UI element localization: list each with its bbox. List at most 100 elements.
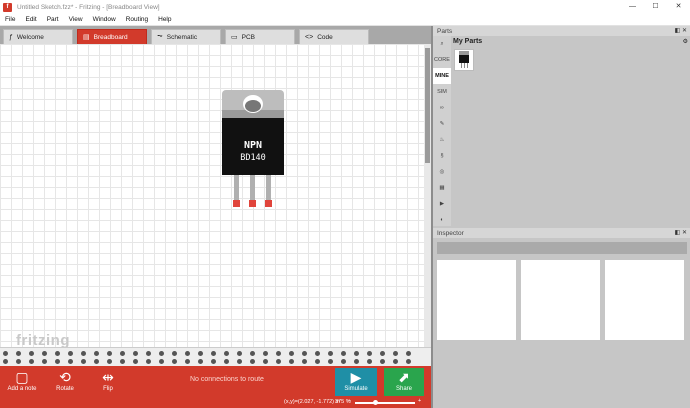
menu-help[interactable]: Help bbox=[153, 16, 176, 23]
menu-file[interactable]: File bbox=[0, 16, 20, 23]
share-button[interactable]: ⬈ Share bbox=[384, 368, 424, 396]
transistor-leg-left bbox=[234, 175, 239, 202]
menu-window[interactable]: Window bbox=[88, 16, 121, 23]
zoom-in-button[interactable]: + bbox=[418, 398, 421, 404]
right-dock: Parts ◧ ✕ ⌕ CORE MINE SIM ∞ ✎ ♨ § ◎ ▦ ▶ … bbox=[431, 26, 690, 408]
bottom-toolbar: ▢ Add a note ⟲ Rotate ⇹ Flip No connecti… bbox=[0, 366, 431, 398]
breadboard-holes-row bbox=[0, 359, 424, 364]
menu-view[interactable]: View bbox=[64, 16, 88, 23]
maximize-button[interactable]: ☐ bbox=[644, 0, 667, 14]
bin-title: My Parts bbox=[453, 38, 483, 45]
bin-half-icon[interactable]: ◐ bbox=[433, 212, 451, 228]
simulate-button[interactable]: ▶ Simulate bbox=[335, 368, 377, 396]
bin-mine[interactable]: MINE bbox=[433, 68, 451, 84]
transistor-leg-middle bbox=[250, 175, 255, 202]
bin-tool-icon[interactable]: ✎ bbox=[433, 116, 451, 132]
menu-part[interactable]: Part bbox=[42, 16, 64, 23]
pcb-icon: ▭ bbox=[231, 34, 238, 41]
breadboard-strip bbox=[0, 347, 431, 366]
title-bar: f Untitled Sketch.fzz* - Fritzing - [Bre… bbox=[0, 0, 690, 14]
breadboard-canvas[interactable]: NPN BD140 fritzing bbox=[0, 44, 424, 347]
parts-panel-title: Parts bbox=[437, 27, 453, 35]
simulate-label: Simulate bbox=[344, 386, 368, 392]
bin-core[interactable]: CORE bbox=[433, 52, 451, 68]
parts-bin-list: ⌕ CORE MINE SIM ∞ ✎ ♨ § ◎ ▦ ▶ ◐ bbox=[433, 36, 451, 226]
bin-sim[interactable]: SIM bbox=[433, 84, 451, 100]
breadboard-icon: ▤ bbox=[83, 34, 90, 41]
zoom-slider-handle[interactable] bbox=[373, 400, 378, 405]
parts-panel: ⌕ CORE MINE SIM ∞ ✎ ♨ § ◎ ▦ ▶ ◐ My Parts… bbox=[433, 36, 690, 226]
welcome-icon: ƒ bbox=[9, 33, 13, 41]
tab-welcome[interactable]: ƒ Welcome bbox=[3, 29, 73, 44]
tab-label: PCB bbox=[241, 33, 255, 41]
tab-pcb[interactable]: ▭ PCB bbox=[225, 29, 295, 44]
flip-icon: ⇹ bbox=[102, 369, 114, 385]
close-button[interactable]: ✕ bbox=[667, 0, 690, 14]
menu-routing[interactable]: Routing bbox=[121, 16, 153, 23]
fritzing-watermark: fritzing bbox=[16, 332, 70, 347]
flip-button[interactable]: ⇹ Flip bbox=[96, 368, 120, 392]
bin-flame-icon[interactable]: ♨ bbox=[433, 132, 451, 148]
leg-end-left[interactable] bbox=[233, 200, 240, 207]
leg-end-right[interactable] bbox=[265, 200, 272, 207]
part-label-type: NPN bbox=[244, 140, 262, 151]
tab-label: Breadboard bbox=[93, 33, 128, 41]
rotate-label: Rotate bbox=[56, 386, 74, 392]
bin-play-icon[interactable]: ▶ bbox=[433, 196, 451, 212]
menu-edit[interactable]: Edit bbox=[20, 16, 41, 23]
canvas-vertical-scrollbar[interactable] bbox=[424, 44, 431, 347]
menu-bar: File Edit Part View Window Routing Help bbox=[0, 14, 690, 26]
inspector-title-bar bbox=[437, 242, 687, 254]
rotate-icon: ⟲ bbox=[59, 369, 71, 385]
search-icon[interactable]: ⌕ bbox=[433, 36, 451, 52]
add-note-button[interactable]: ▢ Add a note bbox=[5, 368, 39, 392]
code-icon: <> bbox=[305, 33, 314, 41]
inspector-breadboard-preview bbox=[437, 260, 516, 340]
tab-code[interactable]: <> Code bbox=[299, 29, 369, 44]
transistor-leg-right bbox=[266, 175, 271, 202]
rotate-button[interactable]: ⟲ Rotate bbox=[52, 368, 78, 392]
part-label-model: BD140 bbox=[240, 153, 266, 163]
scrollbar-thumb[interactable] bbox=[425, 48, 430, 163]
play-icon: ▶ bbox=[350, 369, 362, 385]
inspector-controls[interactable]: ◧ ✕ bbox=[675, 229, 687, 236]
inspector-pcb-preview bbox=[605, 260, 684, 340]
add-note-label: Add a note bbox=[7, 386, 37, 392]
zoom-slider[interactable] bbox=[355, 400, 415, 405]
tab-label: Schematic bbox=[166, 33, 198, 41]
bin-grid-icon[interactable]: ▦ bbox=[433, 180, 451, 196]
tab-label: Code bbox=[317, 33, 333, 41]
tab-label: Welcome bbox=[16, 33, 44, 41]
breadboard-holes-row bbox=[0, 351, 424, 356]
cursor-coordinates: (x,y)=(2.027, -1.772) in bbox=[284, 399, 340, 405]
inspector-title: Inspector bbox=[437, 229, 464, 237]
routing-status: No connections to route bbox=[190, 376, 264, 383]
bin-seeed-icon[interactable]: § bbox=[433, 148, 451, 164]
note-icon: ▢ bbox=[15, 369, 29, 385]
bin-arduino-icon[interactable]: ∞ bbox=[433, 100, 451, 116]
schematic-icon: ⏦ bbox=[157, 33, 163, 40]
inspector-schematic-preview bbox=[521, 260, 600, 340]
share-icon: ⬈ bbox=[398, 369, 410, 385]
bin-menu-icon[interactable]: ⚙ bbox=[683, 38, 688, 45]
leg-end-middle[interactable] bbox=[249, 200, 256, 207]
parts-panel-header: Parts ◧ ✕ bbox=[433, 26, 690, 36]
fritzing-app-icon: f bbox=[3, 2, 12, 12]
mounting-hole-shadow bbox=[245, 100, 261, 112]
transistor-part-tile[interactable] bbox=[454, 49, 474, 71]
inspector-panel: Inspector ◧ ✕ bbox=[433, 228, 690, 408]
tab-breadboard[interactable]: ▤ Breadboard bbox=[77, 29, 147, 44]
bin-parts-area bbox=[452, 47, 690, 225]
transistor-part[interactable]: NPN BD140 bbox=[222, 90, 284, 212]
flip-label: Flip bbox=[103, 386, 113, 392]
status-bar: (x,y)=(2.027, -1.772) in 375 % − + bbox=[0, 398, 431, 408]
transistor-thumbnail-icon bbox=[459, 51, 469, 68]
zoom-out-button[interactable]: − bbox=[348, 398, 351, 404]
share-label: Share bbox=[395, 386, 412, 392]
tab-schematic[interactable]: ⏦ Schematic bbox=[151, 29, 221, 44]
bin-circle-icon[interactable]: ◎ bbox=[433, 164, 451, 180]
parts-panel-controls[interactable]: ◧ ✕ bbox=[675, 27, 687, 34]
view-tabs: ƒ Welcome ▤ Breadboard ⏦ Schematic ▭ PCB <> C… bbox=[0, 26, 431, 44]
minimize-button[interactable]: — bbox=[621, 0, 644, 14]
window-title: Untitled Sketch.fzz* - Fritzing - [Bread… bbox=[17, 3, 160, 11]
